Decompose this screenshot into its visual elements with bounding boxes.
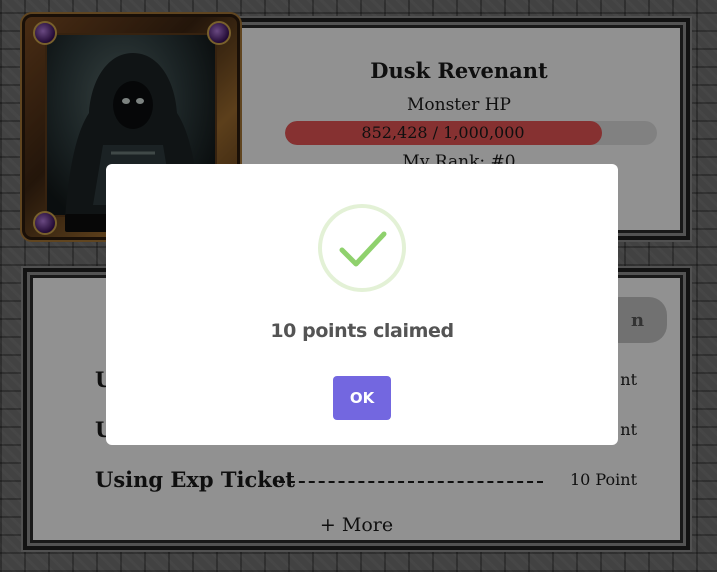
- ok-button[interactable]: OK: [333, 376, 391, 420]
- dialog-title: 10 points claimed: [270, 320, 454, 342]
- success-dialog: 10 points claimed OK: [106, 164, 618, 445]
- success-ring: [318, 204, 406, 292]
- check-circle-icon: [339, 231, 387, 267]
